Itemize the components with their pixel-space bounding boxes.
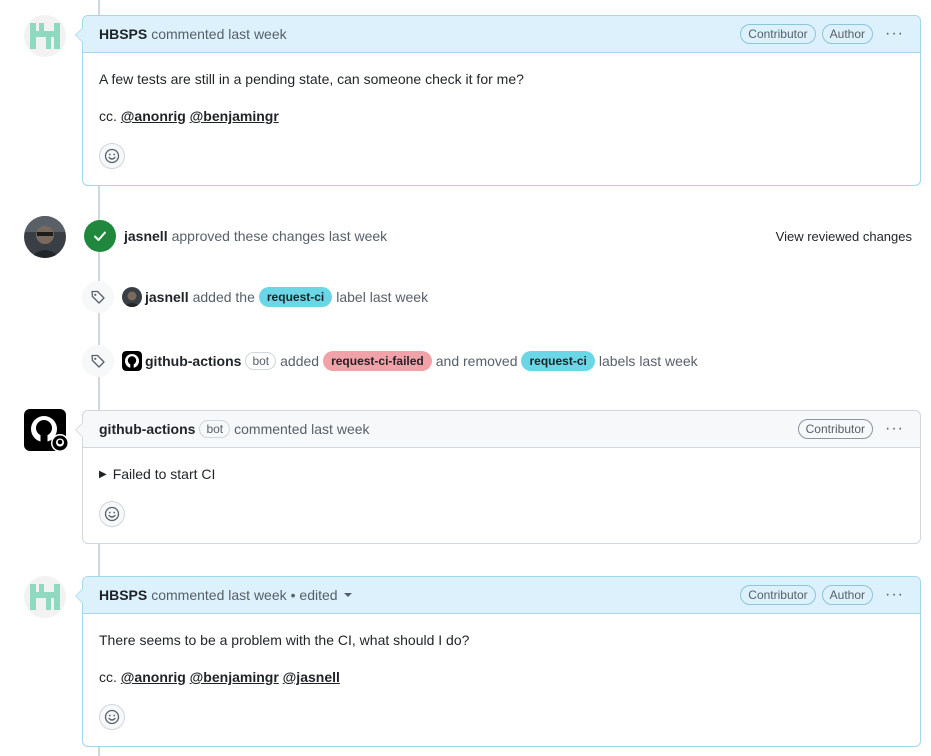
comment-body: A few tests are still in a pending state…	[83, 53, 920, 185]
comment-hbsps-2: HBSPS commented last week • edited Contr…	[75, 576, 921, 747]
comment-cc: cc. @anonrig @benjamingr	[99, 106, 904, 127]
comment-github-actions: github-actions bot commented last week C…	[75, 410, 921, 544]
kebab-horizontal-icon[interactable]: ···	[885, 587, 904, 603]
event-post: label last week	[336, 289, 429, 305]
mention-anonrig[interactable]: @anonrig	[121, 669, 186, 685]
event-pre: added	[280, 353, 320, 369]
comment-header: HBSPS commented last week Contributor Au…	[75, 16, 920, 53]
label-event-1: jasnell added the request-ci label last …	[82, 281, 921, 313]
smiley-icon	[104, 148, 120, 164]
label-request-ci[interactable]: request-ci	[258, 287, 333, 307]
tag-icon-badge	[82, 281, 114, 313]
label-request-ci[interactable]: request-ci	[521, 351, 595, 371]
tag-icon	[91, 290, 105, 304]
comment-meta[interactable]: commented last week	[151, 26, 286, 42]
label-request-ci-failed[interactable]: request-ci-failed	[323, 351, 432, 371]
smiley-icon	[104, 709, 120, 725]
add-reaction-button[interactable]	[99, 501, 125, 527]
comment-text: There seems to be a problem with the CI,…	[99, 632, 470, 648]
cc-prefix: cc.	[99, 669, 117, 685]
author-badge: Author	[821, 24, 874, 44]
review-text[interactable]: approved these changes last week	[172, 228, 388, 244]
contributor-badge: Contributor	[740, 24, 816, 44]
comment-hbsps-1: HBSPS commented last week Contributor Au…	[75, 15, 921, 186]
jasnell-mini-photo	[122, 287, 142, 307]
event-text: github-actions bot added request-ci-fail…	[122, 351, 698, 371]
tag-icon	[91, 354, 105, 368]
comment-body: ▶ Failed to start CI	[83, 448, 920, 543]
contributor-badge: Contributor	[797, 419, 874, 439]
hbsps-identicon	[24, 15, 66, 57]
github-mark-icon	[24, 409, 68, 452]
event-pre: added the	[192, 289, 255, 305]
edited-indicator[interactable]: • edited	[291, 587, 338, 603]
bot-badge: bot	[245, 352, 277, 370]
jasnell-mini-avatar[interactable]	[122, 287, 142, 307]
view-reviewed-changes-link[interactable]: View reviewed changes	[776, 229, 912, 244]
mention-jasnell[interactable]: @jasnell	[283, 669, 340, 685]
event-actor[interactable]: jasnell	[145, 289, 189, 305]
comment-author[interactable]: github-actions	[99, 421, 195, 437]
label-event-2: github-actions bot added request-ci-fail…	[82, 345, 921, 377]
cc-prefix: cc.	[99, 108, 117, 124]
hbsps-avatar[interactable]	[24, 15, 66, 57]
details-summary[interactable]: ▶ Failed to start CI	[99, 464, 904, 485]
mention-benjamingr[interactable]: @benjamingr	[190, 108, 279, 124]
event-text: jasnell added the request-ci label last …	[122, 287, 428, 307]
hbsps-avatar[interactable]	[24, 576, 66, 618]
github-actions-mini-avatar[interactable]	[122, 351, 142, 371]
mention-anonrig[interactable]: @anonrig	[121, 108, 186, 124]
event-mid: and removed	[435, 353, 518, 369]
jasnell-photo	[24, 216, 66, 258]
kebab-horizontal-icon[interactable]: ···	[885, 421, 904, 437]
comment-header: github-actions bot commented last week C…	[75, 411, 920, 448]
jasnell-avatar[interactable]	[24, 216, 66, 258]
tag-icon-badge	[82, 345, 114, 377]
disclosure-triangle-icon: ▶	[99, 469, 107, 480]
contributor-badge: Contributor	[740, 585, 816, 605]
github-mark-icon	[122, 351, 142, 371]
comment-text: A few tests are still in a pending state…	[99, 71, 524, 87]
comment-header: HBSPS commented last week • edited Contr…	[75, 577, 920, 614]
review-approved-row: jasnell approved these changes last week…	[82, 220, 921, 252]
comment-cc: cc. @anonrig @benjamingr @jasnell	[99, 667, 904, 688]
kebab-horizontal-icon[interactable]: ···	[885, 26, 904, 42]
chevron-down-icon[interactable]	[343, 593, 352, 597]
add-reaction-button[interactable]	[99, 704, 125, 730]
github-actions-avatar[interactable]	[24, 409, 68, 452]
comment-meta[interactable]: commented last week	[151, 587, 286, 603]
review-actor[interactable]: jasnell	[124, 228, 168, 244]
event-actor[interactable]: github-actions	[145, 353, 241, 369]
hbsps-identicon	[24, 576, 66, 618]
smiley-icon	[104, 506, 120, 522]
comment-author[interactable]: HBSPS	[99, 26, 147, 42]
bot-badge: bot	[199, 420, 231, 438]
comment-meta[interactable]: commented last week	[234, 421, 369, 437]
mention-benjamingr[interactable]: @benjamingr	[190, 669, 279, 685]
summary-text: Failed to start CI	[112, 466, 216, 482]
event-post: labels last week	[598, 353, 698, 369]
comment-body: There seems to be a problem with the CI,…	[83, 614, 920, 746]
comment-author[interactable]: HBSPS	[99, 587, 147, 603]
author-badge: Author	[821, 585, 874, 605]
add-reaction-button[interactable]	[99, 143, 125, 169]
approved-badge	[84, 220, 116, 252]
check-icon	[94, 231, 106, 241]
